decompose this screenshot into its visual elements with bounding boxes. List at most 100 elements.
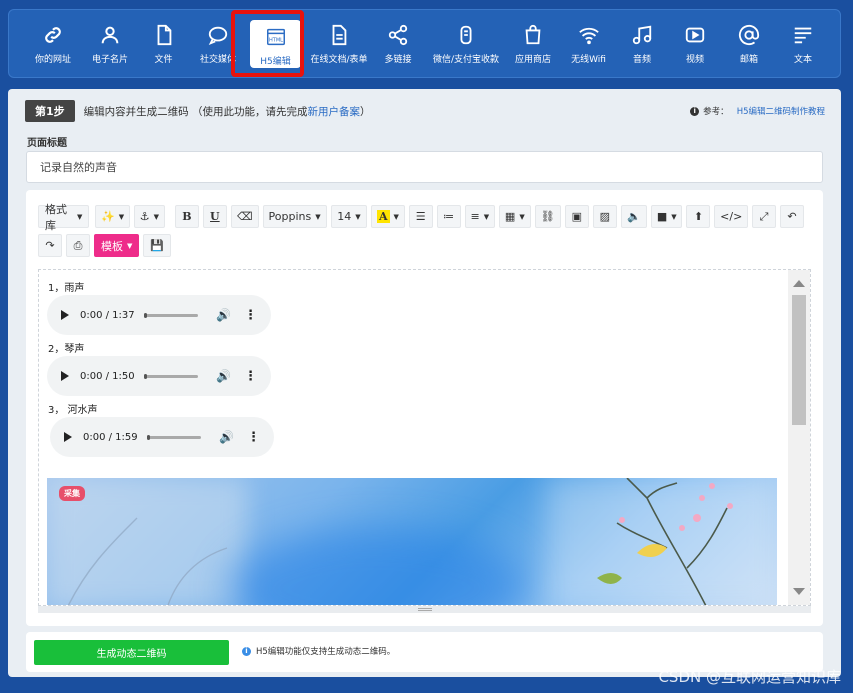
audio-label: 1，雨声 (48, 283, 85, 294)
more-options-icon[interactable]: ⋮ (244, 369, 257, 384)
play-icon[interactable] (61, 310, 69, 320)
clear-format-button[interactable]: ⌫ (230, 205, 259, 228)
bullet-list-button[interactable]: ☰ (408, 205, 433, 228)
user-icon (99, 24, 121, 46)
nav-label: 你的网址 (34, 55, 71, 65)
insert-video-dropdown[interactable]: ■ ▼ (650, 205, 683, 228)
scroll-down-icon[interactable] (793, 588, 805, 595)
ordered-list-icon: ≔ (443, 210, 455, 223)
upload-icon: ⬆ (693, 210, 704, 223)
code-icon: </> (720, 210, 743, 223)
insert-image-button[interactable]: ▨ (592, 205, 617, 228)
note-text: H5编辑功能仅支持生成动态二维码。 (256, 647, 396, 657)
nav-item-online-doc[interactable]: 在线文档/表单 (309, 10, 369, 77)
insert-gallery-button[interactable]: ▣ (564, 205, 589, 228)
volume-icon[interactable]: 🔊 (216, 308, 231, 322)
style-library-label: 格式库 (45, 202, 67, 232)
audio-player[interactable]: 0:00 / 1:59 🔊 ⋮ (50, 417, 274, 457)
info-icon: i (242, 646, 251, 656)
gallery-icon: ▣ (571, 210, 583, 223)
nav-label: 文本 (793, 55, 812, 65)
audio-progress-slider[interactable] (143, 312, 199, 318)
nav-label: 多链接 (384, 55, 412, 65)
table-icon: ▦ (504, 210, 516, 223)
nav-item-text[interactable]: 文本 (776, 10, 830, 77)
link-icon: ⛓ (540, 210, 555, 223)
table-dropdown[interactable]: ▦ ▼ (499, 205, 531, 228)
style-library-dropdown[interactable]: 格式库 ▼ (38, 203, 90, 232)
editor-scrollbar[interactable] (788, 270, 810, 605)
code-view-button[interactable]: </> (714, 205, 748, 228)
fullscreen-button[interactable]: ⤢ (752, 205, 776, 228)
magic-wand-icon: ✨ (101, 210, 115, 223)
insert-link-button[interactable]: ⛓ (534, 205, 561, 228)
video-icon: ■ (656, 210, 668, 223)
register-link[interactable]: 新用户备案 (308, 106, 361, 118)
highlight-icon: A (376, 210, 390, 223)
generate-qr-button[interactable]: 生成动态二维码 (34, 640, 229, 665)
font-size-value: 14 (337, 210, 352, 223)
align-dropdown[interactable]: ≡ ▼ (464, 205, 496, 228)
bold-button[interactable]: B (174, 205, 199, 228)
editor-content-area[interactable]: 1，雨声 0:00 / 1:37 🔊 ⋮ 2，琴声 0:00 / 1:50 🔊 … (38, 269, 811, 606)
more-options-icon[interactable]: ⋮ (244, 308, 257, 323)
tag-badge: 采集 (59, 486, 85, 501)
editor-resize-handle[interactable] (38, 606, 811, 613)
nav-item-h5-editor[interactable]: HTML H5编辑 (250, 20, 301, 68)
video-icon (684, 24, 706, 46)
page-title-input[interactable]: 记录自然的声音 (26, 151, 823, 183)
undo-button[interactable]: ↶ (780, 205, 804, 228)
audio-time: 0:00 / 1:59 (83, 431, 138, 443)
eraser-icon: ⌫ (236, 210, 253, 223)
wifi-icon (578, 24, 600, 46)
speaker-icon: 🔈 (627, 210, 641, 223)
audio-time: 0:00 / 1:37 (80, 309, 135, 321)
align-icon: ≡ (470, 210, 480, 223)
nav-item-video[interactable]: 视频 (668, 10, 722, 77)
play-icon[interactable] (64, 432, 72, 442)
more-options-icon[interactable]: ⋮ (247, 430, 260, 445)
insert-audio-button[interactable]: 🔈 (620, 205, 647, 228)
nav-item-app-store[interactable]: 应用商店 (505, 10, 561, 77)
template-dropdown[interactable]: 模板 ▼ (94, 234, 140, 257)
watermark: CSDN @互联网运营知识库 (658, 668, 841, 686)
nav-item-multi-link[interactable]: 多链接 (369, 10, 427, 77)
font-size-dropdown[interactable]: 14 ▼ (330, 205, 368, 228)
volume-icon[interactable]: 🔊 (219, 430, 234, 444)
image-icon: ▨ (599, 210, 611, 223)
nav-item-email[interactable]: 邮箱 (722, 10, 776, 77)
font-family-dropdown[interactable]: Poppins ▼ (262, 205, 327, 228)
nav-item-audio[interactable]: 音频 (616, 10, 668, 77)
editor-toolbar: 格式库 ▼ ✨ ▼ ⚓ ▼ B U ⌫ Poppins ▼ 14 ▼ A ▼ ☰ ≔ ≡ ▼ … (38, 203, 808, 263)
scroll-thumb[interactable] (792, 295, 806, 425)
audio-progress-slider[interactable] (143, 373, 199, 379)
tutorial-link[interactable]: H5编辑二维码制作教程 (737, 105, 825, 117)
wallet-icon (455, 24, 477, 46)
redo-button[interactable]: ↷ (38, 234, 62, 257)
ordered-list-button[interactable]: ≔ (436, 205, 461, 228)
nav-item-social[interactable]: 社交媒体 (190, 10, 246, 77)
redo-icon: ↷ (45, 239, 55, 252)
top-nav: 你的网址 电子名片 文件 社交媒体 HTML H5编辑 在线文档/表单 多链接 (8, 9, 841, 78)
nav-item-file[interactable]: 文件 (137, 10, 190, 77)
highlight-color-button[interactable]: A ▼ (371, 205, 405, 228)
play-icon[interactable] (61, 371, 69, 381)
bullet-list-icon: ☰ (415, 210, 426, 223)
volume-icon[interactable]: 🔊 (216, 369, 231, 383)
share-icon (387, 24, 409, 46)
underline-button[interactable]: U (202, 205, 227, 228)
audio-player[interactable]: 0:00 / 1:37 🔊 ⋮ (47, 295, 271, 335)
audio-progress-slider[interactable] (146, 434, 202, 440)
magic-format-button[interactable]: ✨ ▼ (95, 205, 130, 228)
nav-item-url[interactable]: 你的网址 (23, 10, 83, 77)
scroll-up-icon[interactable] (793, 280, 805, 287)
save-button[interactable]: 💾 (143, 234, 172, 257)
nav-item-vcard[interactable]: 电子名片 (83, 10, 137, 77)
anchor-dropdown[interactable]: ⚓ ▼ (133, 205, 165, 228)
nav-label: 电子名片 (91, 55, 128, 65)
print-button[interactable]: ⎙ (66, 234, 90, 257)
audio-player[interactable]: 0:00 / 1:50 🔊 ⋮ (47, 356, 271, 396)
nav-item-payment[interactable]: 微信/支付宝收款 (427, 10, 505, 77)
upload-button[interactable]: ⬆ (686, 205, 711, 228)
nav-item-wifi[interactable]: 无线Wifi (561, 10, 616, 77)
